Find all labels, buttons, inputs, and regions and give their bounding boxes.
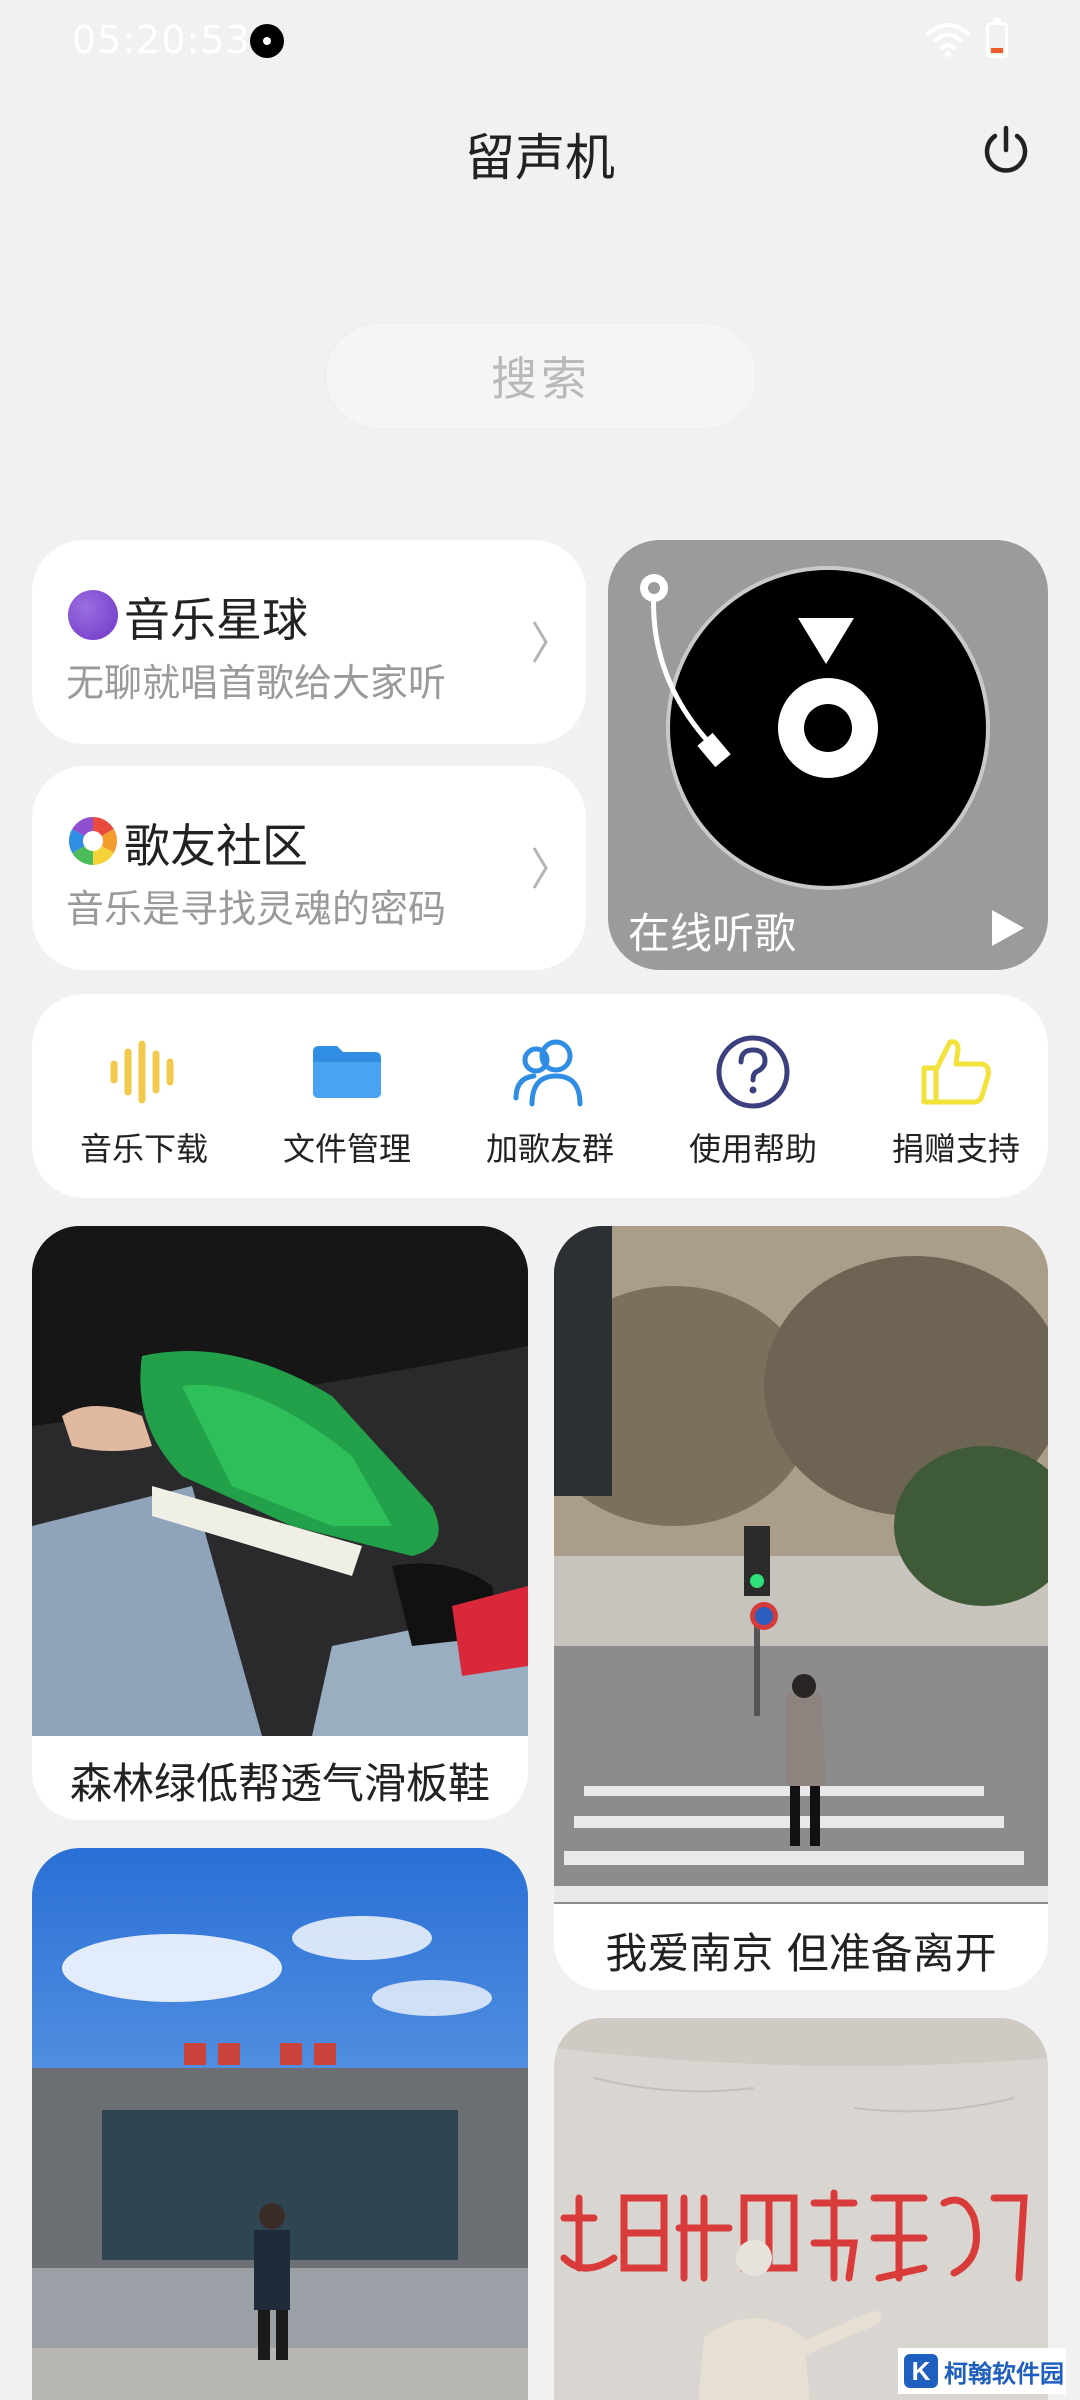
watermark: K 柯翰软件园 xyxy=(898,2348,1066,2394)
graffiti-photo xyxy=(554,2018,1048,2400)
planet-icon xyxy=(68,590,118,640)
app-screen: 05:20:53 留声机 搜索 音乐星球 无聊就唱首歌给大家听 歌友社区 音乐是… xyxy=(0,0,1080,2400)
feed-card[interactable]: 我爱南京 但准备离开 xyxy=(554,1226,1048,1990)
music-planet-title: 音乐星球 xyxy=(124,593,308,647)
app-record-icon xyxy=(250,24,284,58)
tool-label: 音乐下载 xyxy=(79,1130,208,1168)
thumbs-up-icon xyxy=(921,1039,991,1105)
street-photo xyxy=(554,1226,1048,1904)
sound-wave-icon xyxy=(110,1040,174,1104)
tool-label: 文件管理 xyxy=(282,1130,411,1168)
power-icon[interactable] xyxy=(978,122,1034,178)
feed-card[interactable] xyxy=(554,2018,1048,2400)
chevron-right-icon xyxy=(532,847,548,889)
tool-label: 加歌友群 xyxy=(485,1130,614,1168)
tool-join-group[interactable]: 加歌友群 xyxy=(460,1020,640,1180)
tools-bar: 音乐下载 文件管理 加歌友群 使用帮助 捐赠支持 xyxy=(32,994,1048,1198)
chevron-right-icon xyxy=(532,621,548,663)
tool-label: 捐赠支持 xyxy=(891,1130,1020,1168)
help-icon xyxy=(716,1035,790,1109)
online-listening-label: 在线听歌 xyxy=(628,909,797,958)
feed-card[interactable]: 森林绿低帮透气滑板鞋 xyxy=(32,1226,528,1820)
status-time: 05:20:53 xyxy=(72,18,251,62)
watermark-text: 柯翰软件园 xyxy=(944,2359,1064,2388)
music-planet-subtitle: 无聊就唱首歌给大家听 xyxy=(66,661,447,705)
community-title: 歌友社区 xyxy=(124,819,308,873)
station-photo xyxy=(32,1848,528,2400)
group-icon xyxy=(513,1039,583,1107)
search-placeholder: 搜索 xyxy=(491,352,591,406)
tool-file-manager[interactable]: 文件管理 xyxy=(257,1020,437,1180)
feed-caption: 我爱南京 但准备离开 xyxy=(605,1929,997,1978)
community-subtitle: 音乐是寻找灵魂的密码 xyxy=(66,887,447,931)
page-title: 留声机 xyxy=(465,129,615,187)
tool-label: 使用帮助 xyxy=(688,1130,817,1168)
status-bar: 05:20:53 xyxy=(0,0,1080,80)
search-box[interactable]: 搜索 xyxy=(325,323,757,429)
tool-donate[interactable]: 捐赠支持 xyxy=(866,1020,1046,1180)
folder-icon xyxy=(313,1046,381,1098)
music-planet-card[interactable]: 音乐星球 无聊就唱首歌给大家听 xyxy=(32,540,586,744)
community-card[interactable]: 歌友社区 音乐是寻找灵魂的密码 xyxy=(32,766,586,970)
tool-help[interactable]: 使用帮助 xyxy=(663,1020,843,1180)
aperture-icon xyxy=(68,817,118,865)
tool-music-download[interactable]: 音乐下载 xyxy=(54,1020,234,1180)
feed-card[interactable] xyxy=(32,1848,528,2400)
sneaker-photo xyxy=(32,1226,528,1736)
play-icon[interactable] xyxy=(990,908,1026,948)
watermark-logo: K xyxy=(904,2354,938,2388)
feed-caption: 森林绿低帮透气滑板鞋 xyxy=(69,1759,490,1808)
battery-icon xyxy=(986,18,1008,58)
online-listening-card[interactable]: 在线听歌 xyxy=(608,540,1048,970)
wifi-icon xyxy=(926,23,970,57)
